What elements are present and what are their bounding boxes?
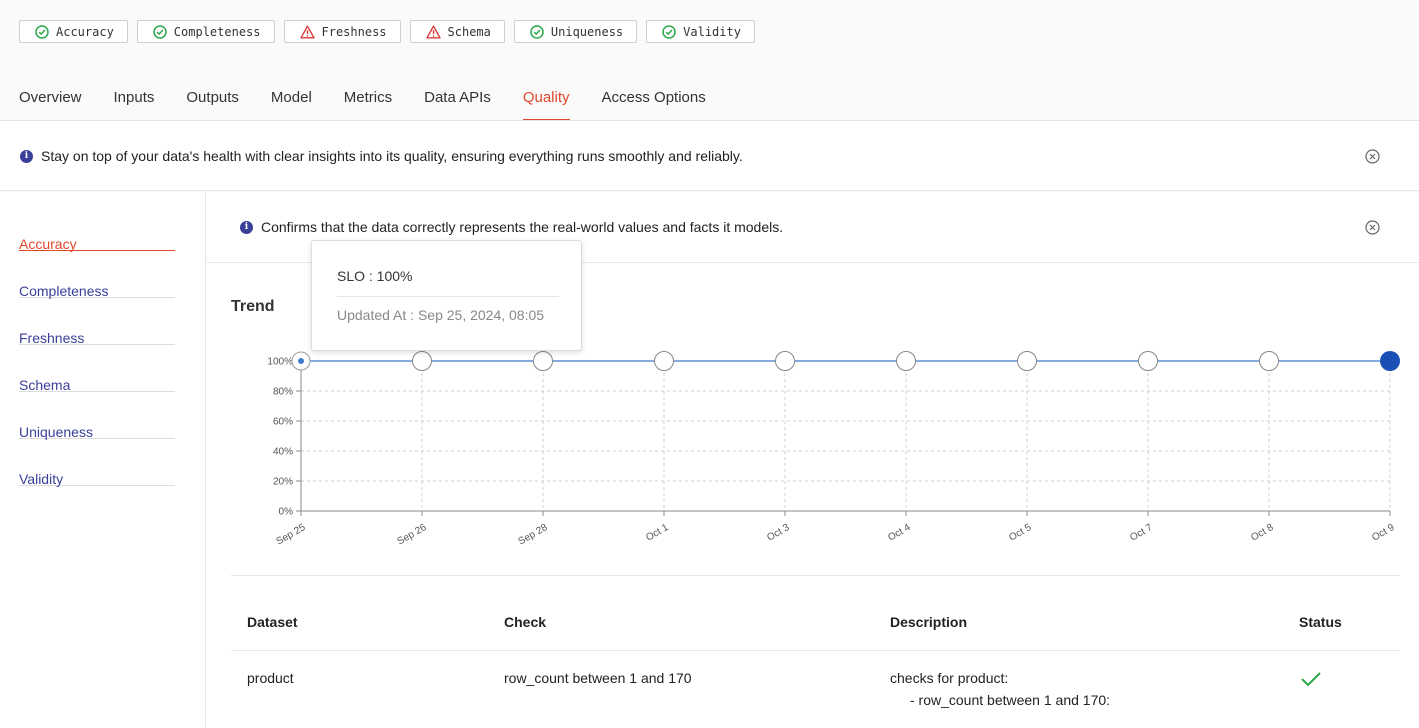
data-point [412,351,432,371]
badge-label: Uniqueness [550,24,624,39]
cell-check: row_count between 1 and 170 [504,670,692,686]
chart-tooltip: SLO : 100% Updated At : Sep 25, 2024, 08… [311,240,582,351]
tooltip-divider [337,296,559,297]
x-tick-label: Oct 9 [1370,522,1397,544]
tab-metrics[interactable]: Metrics [344,86,392,121]
data-point [1138,351,1158,371]
col-header-description[interactable]: Description [890,614,967,630]
y-tick-label: 20% [273,477,293,488]
quality-sidebar: Accuracy Completeness Freshness Schema U… [0,192,206,728]
x-tick-label: Sep 25 [275,522,308,548]
y-tick-label: 0% [279,507,294,518]
tab-quality[interactable]: Quality [522,86,570,121]
table-divider [231,575,1400,576]
tab-outputs[interactable]: Outputs [186,86,239,121]
col-header-check[interactable]: Check [504,614,546,630]
data-point [896,351,916,371]
x-axis: Sep 25 Sep 26 Sep 28 Oct 1 Oct 3 Oct 4 Oct 5 Oc… [275,510,1397,548]
cell-dataset: product [247,670,294,686]
x-tick-label: Oct 4 [886,522,913,544]
cell-description: checks for product: [890,670,1009,686]
x-tick-label: Oct 1 [644,522,671,544]
y-tick-label: 100% [267,357,293,368]
tab-overview[interactable]: Overview [19,86,82,121]
table-header-divider [231,650,1400,651]
close-icon[interactable] [1365,149,1380,164]
chart-series [291,351,1400,371]
check-circle-icon [662,24,676,39]
tab-inputs[interactable]: Inputs [114,86,155,121]
tab-data-apis[interactable]: Data APIs [424,86,491,121]
data-point [533,351,553,371]
tooltip-slo: SLO : 100% [337,268,413,284]
trend-chart: 0% 20% 40% 60% 80% 100% Sep 25 Sep 26 Sep 28 Oct… [267,351,1400,548]
main-tabs: Overview Inputs Outputs Model Metrics Da… [19,86,706,121]
info-icon: i [240,221,253,234]
check-circle-icon [35,24,49,39]
col-header-status[interactable]: Status [1299,614,1342,630]
data-point [654,351,674,371]
info-icon: i [20,150,33,163]
warning-triangle-icon [299,25,315,38]
tab-model[interactable]: Model [271,86,312,121]
x-tick-label: Sep 26 [396,522,429,548]
x-tick-label: Oct 7 [1128,522,1155,544]
data-point [1017,351,1037,371]
y-tick-label: 40% [273,447,293,458]
badge-accuracy[interactable]: Accuracy [19,20,128,43]
check-circle-icon [530,24,544,39]
sidebar-item-uniqueness[interactable]: Uniqueness [19,392,175,440]
y-tick-label: 80% [273,387,293,398]
checkmark-icon [1301,672,1321,687]
quality-page: Accuracy Completeness Freshness Schema U… [0,0,1419,728]
sidebar-item-accuracy[interactable]: Accuracy [19,204,175,252]
warning-triangle-icon [425,25,441,38]
badge-freshness[interactable]: Freshness [283,20,401,43]
section-info-text: Confirms that the data correctly represe… [261,219,784,235]
y-axis: 0% 20% 40% 60% 80% 100% [267,357,302,518]
data-point-active [1380,351,1400,371]
tab-access-options[interactable]: Access Options [602,86,706,121]
x-tick-label: Sep 28 [517,522,550,548]
badge-uniqueness[interactable]: Uniqueness [513,20,638,43]
y-tick-label: 60% [273,417,293,428]
data-point [1259,351,1279,371]
check-circle-icon [153,24,167,39]
badge-completeness[interactable]: Completeness [136,20,275,43]
data-point [775,351,795,371]
page-info-text: Stay on top of your data's health with c… [41,148,743,164]
tooltip-updated: Updated At : Sep 25, 2024, 08:05 [337,307,545,323]
trend-title: Trend [231,298,275,315]
badge-label: Accuracy [56,24,114,39]
x-tick-label: Oct 3 [765,522,792,544]
col-header-dataset[interactable]: Dataset [247,614,298,630]
badge-label: Freshness [321,24,387,39]
sidebar-item-freshness[interactable]: Freshness [19,298,175,346]
badge-schema[interactable]: Schema [409,20,505,43]
x-tick-label: Oct 5 [1007,522,1034,544]
cell-description-detail: - row_count between 1 and 170: [910,692,1111,708]
quality-badges: Accuracy Completeness Freshness Schema U… [19,20,755,43]
chart-grid [301,360,1391,512]
badge-label: Validity [683,24,741,39]
page-info-banner: i Stay on top of your data's health with… [0,121,1419,191]
x-tick-label: Oct 8 [1249,522,1276,544]
badge-label: Completeness [173,24,261,39]
sidebar-item-label: Validity [19,471,64,487]
sidebar-item-validity[interactable]: Validity [19,439,175,487]
sidebar-item-schema[interactable]: Schema [19,345,175,393]
badge-label: Schema [447,24,491,39]
close-icon[interactable] [1365,220,1380,235]
sidebar-item-completeness[interactable]: Completeness [19,251,175,299]
data-point-dot [298,358,304,364]
badge-validity[interactable]: Validity [646,20,755,43]
